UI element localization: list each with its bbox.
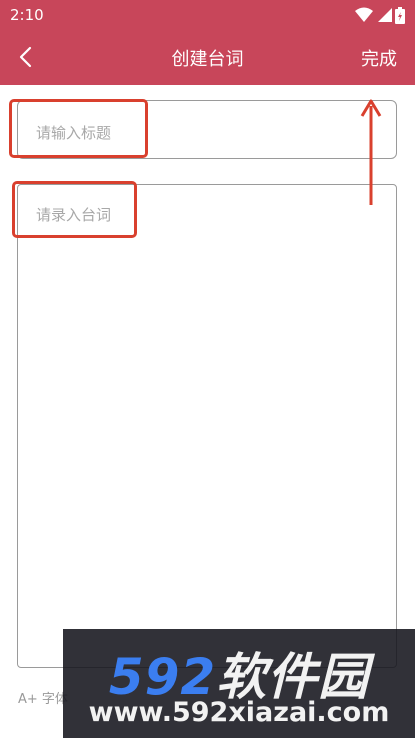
watermark: 592软件园 www.592xiazai.com bbox=[63, 629, 415, 738]
annotation-arrow-icon bbox=[360, 99, 382, 205]
signal-icon bbox=[378, 8, 392, 22]
battery-icon bbox=[395, 6, 405, 24]
status-icons bbox=[355, 5, 405, 25]
content-textarea[interactable]: 请录入台词 bbox=[17, 184, 397, 668]
app-bar: 创建台词 完成 bbox=[0, 30, 415, 85]
status-bar: 2:10 bbox=[0, 0, 415, 30]
done-button[interactable]: 完成 bbox=[361, 45, 397, 71]
highlight-box-content bbox=[12, 181, 137, 238]
highlight-box-title bbox=[9, 99, 148, 158]
watermark-url: www.592xiazai.com bbox=[88, 697, 390, 728]
wifi-icon bbox=[355, 7, 373, 22]
page-title: 创建台词 bbox=[171, 49, 244, 70]
status-time: 2:10 bbox=[10, 6, 44, 24]
font-size-button[interactable]: A+ 字体 bbox=[18, 688, 68, 707]
